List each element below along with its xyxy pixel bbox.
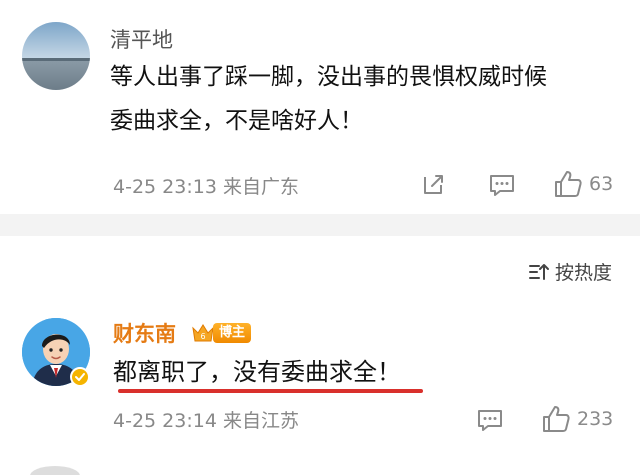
- comment-icon: [478, 410, 502, 431]
- next-comment-partial: [0, 452, 640, 475]
- share-button[interactable]: [421, 171, 447, 197]
- crown-icon: 6: [192, 324, 214, 342]
- comment-username[interactable]: 清平地: [110, 27, 173, 53]
- highlight-underline: [118, 389, 423, 393]
- sort-button[interactable]: 按热度: [528, 258, 612, 285]
- like-button[interactable]: 233: [541, 404, 613, 434]
- thumbs-up-icon: [555, 171, 582, 197]
- comment-text: 等人出事了踩一脚，没出事的畏惧权威时候 委曲求全，不是啥好人！: [110, 55, 630, 143]
- comment-text-line: 等人出事了踩一脚，没出事的畏惧权威时候: [110, 64, 547, 90]
- comment-button[interactable]: [476, 407, 504, 433]
- like-button[interactable]: 63: [553, 169, 613, 199]
- comment-icon: [490, 175, 514, 196]
- like-count: 63: [589, 173, 614, 195]
- verified-badge-icon: [70, 367, 90, 387]
- comment-text: 都离职了，没有委曲求全！: [113, 358, 401, 386]
- comment-button[interactable]: [488, 172, 516, 198]
- avatar[interactable]: [22, 22, 90, 90]
- blogger-badge[interactable]: 6 博主: [191, 322, 252, 344]
- comment-username[interactable]: 财东南: [113, 321, 176, 347]
- sort-icon: [528, 263, 549, 280]
- share-icon: [424, 175, 443, 194]
- comment-meta: 4-25 23:14 来自江苏: [113, 410, 299, 432]
- comment-text-line: 委曲求全，不是啥好人！: [110, 108, 363, 134]
- thumbs-up-icon: [543, 406, 570, 432]
- landscape-avatar-image: [22, 22, 90, 90]
- like-count: 233: [577, 408, 614, 430]
- badge-level: 6: [200, 332, 205, 341]
- comment-meta: 4-25 23:13 来自广东: [113, 176, 299, 198]
- section-divider: [0, 214, 640, 236]
- badge-label: 博主: [213, 323, 252, 343]
- sort-label: 按热度: [554, 262, 612, 284]
